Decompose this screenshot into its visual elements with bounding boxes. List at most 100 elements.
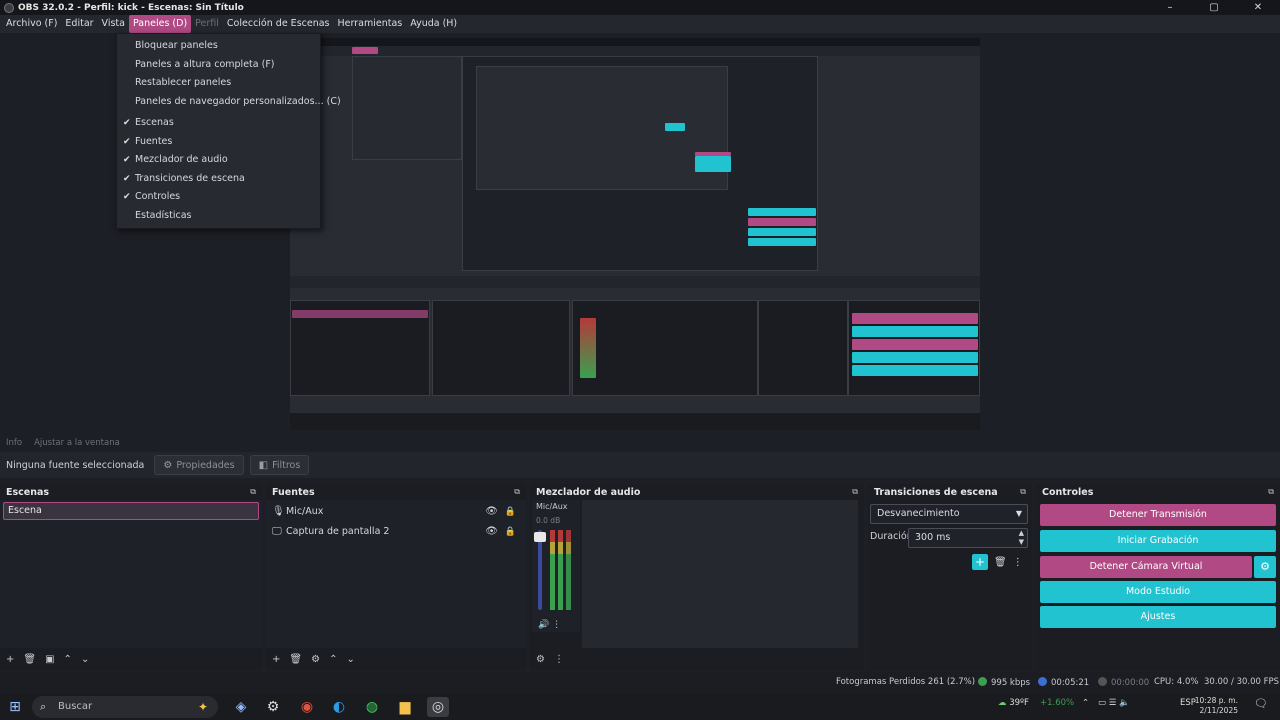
stop-virtual-camera-button[interactable]: Detener Cámara Virtual bbox=[1040, 556, 1252, 578]
duration-value: 300 ms bbox=[915, 532, 951, 543]
preview-canvas[interactable] bbox=[290, 38, 980, 430]
sources-header: Fuentes ⧉ bbox=[266, 484, 526, 500]
obs-taskbar-icon[interactable]: ◎ bbox=[427, 697, 449, 717]
nested-active-menu bbox=[352, 47, 378, 54]
dd-fuentes[interactable]: ✔ Fuentes bbox=[117, 133, 320, 152]
transitions-body: Desvanecimiento ▼ Duración 300 ms ▲ ▼ + 🗑… bbox=[868, 500, 1032, 648]
mixer-menu-icon[interactable]: ⋮ bbox=[554, 654, 564, 665]
move-source-up-button[interactable]: ⌃ bbox=[329, 654, 337, 665]
info-label[interactable]: Info bbox=[6, 438, 22, 448]
dd-restablecer-paneles[interactable]: Restablecer paneles bbox=[117, 74, 320, 93]
close-button[interactable]: ✕ bbox=[1236, 0, 1280, 15]
mute-icon[interactable]: 🔊 ⋮ bbox=[538, 620, 561, 630]
dd-bloquear-paneles[interactable]: Bloquear paneles bbox=[117, 37, 320, 56]
chrome-icon[interactable]: ◉ bbox=[296, 697, 318, 717]
dd-estadisticas[interactable]: Estadísticas bbox=[117, 207, 320, 226]
dd-label: Escenas bbox=[135, 117, 174, 128]
dd-label: Paneles a altura completa (F) bbox=[135, 58, 275, 70]
menu-paneles[interactable]: Paneles (D) bbox=[128, 15, 192, 33]
lock-icon[interactable]: 🔒 bbox=[505, 522, 516, 542]
tray-overflow-icon[interactable]: ⌃ bbox=[1082, 698, 1089, 708]
move-scene-up-button[interactable]: ⌃ bbox=[64, 654, 72, 665]
nested-teal-block bbox=[665, 123, 685, 131]
popout-icon[interactable]: ⧉ bbox=[852, 487, 858, 497]
filters-button[interactable]: ◧ Filtros bbox=[249, 455, 310, 475]
volume-fader[interactable] bbox=[538, 530, 542, 610]
dd-controles[interactable]: ✔ Controles bbox=[117, 188, 320, 207]
dd-paneles-altura-completa[interactable]: Paneles a altura completa (F) bbox=[117, 56, 320, 75]
settings-button[interactable]: Ajustes bbox=[1040, 606, 1276, 628]
maximize-button[interactable]: ▢ bbox=[1192, 0, 1236, 15]
move-source-down-button[interactable]: ⌄ bbox=[346, 654, 354, 665]
scene-filters-button[interactable]: ▣ bbox=[45, 654, 54, 665]
dd-paneles-navegador[interactable]: Paneles de navegador personalizados... (… bbox=[117, 93, 341, 112]
source-item-screen-capture[interactable]: 🖵 Captura de pantalla 2 👁 🔒 bbox=[266, 522, 526, 542]
gear-icon: ⚙ bbox=[163, 459, 173, 471]
clock[interactable]: 10:28 p. m. 2/11/2025 bbox=[1195, 696, 1238, 716]
menu-archivo[interactable]: Archivo (F) bbox=[2, 15, 61, 33]
transition-select[interactable]: Desvanecimiento ▼ bbox=[870, 504, 1028, 524]
menu-editar[interactable]: Editar bbox=[61, 15, 97, 33]
trash-icon[interactable]: 🗑 bbox=[994, 557, 1007, 568]
volume-fader-handle[interactable] bbox=[534, 532, 546, 542]
popout-icon[interactable]: ⧉ bbox=[1268, 487, 1274, 497]
edge-icon[interactable]: ◐ bbox=[328, 697, 350, 717]
microphone-icon: 🎙 bbox=[272, 506, 285, 517]
tray-icons[interactable]: ▭ ☰ 🔈 bbox=[1098, 698, 1130, 708]
window-controls: – ▢ ✕ bbox=[1148, 0, 1280, 15]
move-scene-down-button[interactable]: ⌄ bbox=[81, 654, 89, 665]
settings-gear-icon[interactable]: ⚙ bbox=[262, 697, 284, 717]
menu-coleccion-escenas[interactable]: Colección de Escenas bbox=[223, 15, 334, 33]
eye-icon[interactable]: 👁 bbox=[485, 502, 498, 522]
remove-source-button[interactable]: 🗑 bbox=[289, 654, 302, 665]
controls-dock: Controles ⧉ Detener Transmisión Iniciar … bbox=[1036, 484, 1280, 670]
menu-perfil[interactable]: Perfil bbox=[191, 15, 223, 33]
eye-icon[interactable]: 👁 bbox=[485, 522, 498, 542]
taskbar-search[interactable]: ⌕ Buscar ✦ bbox=[32, 696, 218, 718]
menu-vista[interactable]: Vista bbox=[98, 15, 129, 33]
popout-icon[interactable]: ⧉ bbox=[250, 487, 256, 497]
remove-scene-button[interactable]: 🗑 bbox=[23, 654, 36, 665]
add-transition-button[interactable]: + bbox=[972, 554, 988, 570]
sources-footer: + 🗑 ⚙ ⌃ ⌄ bbox=[266, 648, 526, 670]
add-scene-button[interactable]: + bbox=[6, 654, 14, 665]
dd-mezclador-audio[interactable]: ✔ Mezclador de audio bbox=[117, 151, 320, 170]
windows-start-icon[interactable]: ⊞ bbox=[4, 697, 26, 717]
check-icon: ✔ bbox=[123, 155, 131, 165]
widgets-icon[interactable]: ◈ bbox=[230, 697, 252, 717]
file-explorer-icon[interactable]: ▆ bbox=[394, 697, 416, 717]
channel-db: 0.0 dB bbox=[536, 516, 561, 525]
popout-icon[interactable]: ⧉ bbox=[514, 487, 520, 497]
popout-icon[interactable]: ⧉ bbox=[1020, 487, 1026, 497]
properties-button[interactable]: ⚙ Propiedades bbox=[154, 455, 244, 475]
dd-transiciones-escena[interactable]: ✔ Transiciones de escena bbox=[117, 170, 320, 189]
source-properties-button[interactable]: ⚙ bbox=[311, 654, 320, 665]
add-source-button[interactable]: + bbox=[272, 654, 280, 665]
language-indicator[interactable]: ESP bbox=[1180, 698, 1196, 708]
spinner-icon[interactable]: ▲ ▼ bbox=[1019, 529, 1024, 547]
menu-herramientas[interactable]: Herramientas bbox=[334, 15, 407, 33]
mixer-settings-icon[interactable]: ⚙ bbox=[536, 654, 545, 665]
rec-time: 00:00:00 bbox=[1098, 677, 1149, 688]
fps: 30.00 / 30.00 FPS bbox=[1204, 677, 1280, 687]
menu-ayuda[interactable]: Ayuda (H) bbox=[406, 15, 461, 33]
duration-input[interactable]: 300 ms ▲ ▼ bbox=[908, 528, 1028, 548]
lock-icon[interactable]: 🔒 bbox=[505, 502, 516, 522]
source-item-mic[interactable]: 🎙 Mic/Aux 👁 🔒 bbox=[266, 502, 526, 522]
notifications-icon[interactable]: 🗨 bbox=[1254, 697, 1268, 710]
stop-stream-button[interactable]: Detener Transmisión bbox=[1040, 504, 1276, 526]
dd-escenas[interactable]: ✔ Escenas bbox=[117, 114, 320, 133]
more-icon[interactable]: ⋮ bbox=[1013, 557, 1023, 568]
controls-title: Controles bbox=[1042, 486, 1094, 498]
properties-label: Propiedades bbox=[176, 459, 235, 471]
scene-item[interactable]: Escena bbox=[3, 502, 259, 520]
scenes-list: Escena bbox=[0, 500, 262, 648]
whatsapp-icon[interactable]: ◍ bbox=[361, 697, 383, 717]
nested-scene-item bbox=[292, 310, 428, 318]
minimize-button[interactable]: – bbox=[1148, 0, 1192, 15]
fit-window-label[interactable]: Ajustar a la ventana bbox=[34, 438, 120, 448]
nested-ctl-2 bbox=[748, 218, 816, 226]
studio-mode-button[interactable]: Modo Estudio bbox=[1040, 581, 1276, 603]
virtual-camera-settings-gear-icon[interactable]: ⚙ bbox=[1254, 556, 1276, 578]
start-recording-button[interactable]: Iniciar Grabación bbox=[1040, 530, 1276, 552]
